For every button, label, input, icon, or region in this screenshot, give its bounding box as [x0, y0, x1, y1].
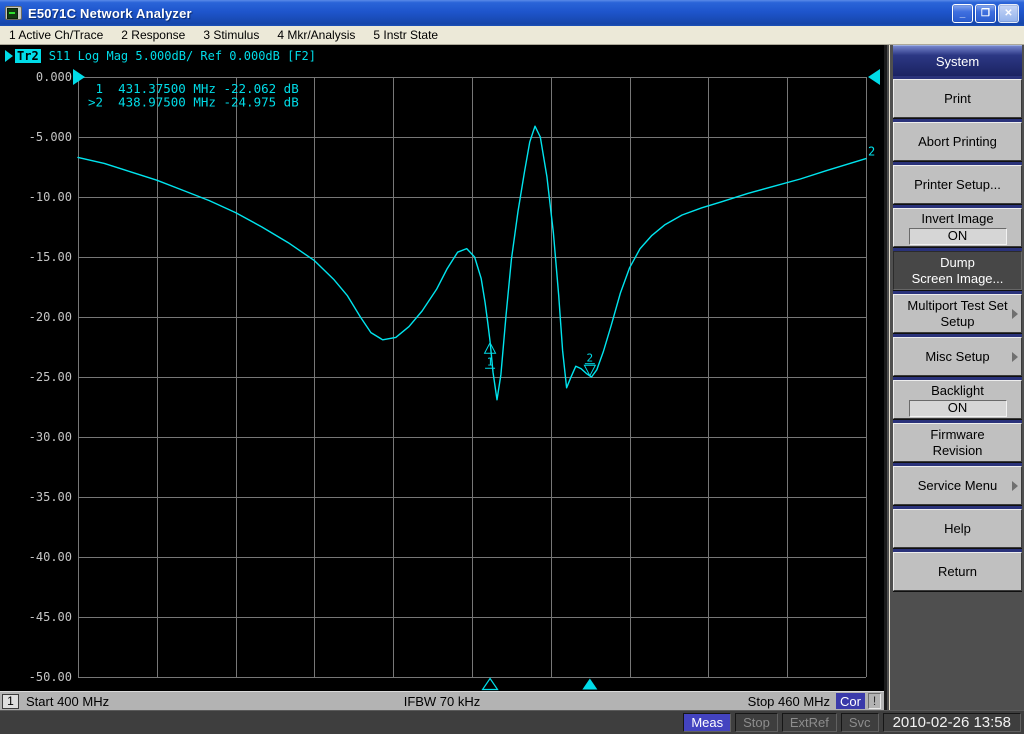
close-button[interactable]: ✕ [998, 3, 1019, 23]
softkey-label: Multiport Test Set [907, 297, 1008, 313]
menubar: 1 Active Ch/Trace 2 Response 3 Stimulus 4 M… [0, 26, 1024, 45]
y-axis-tick-label: -20.00 [29, 310, 72, 324]
restore-button[interactable]: ❐ [975, 3, 996, 23]
softkey-abort-printing[interactable]: Abort Printing [893, 122, 1022, 161]
y-axis-tick-label: -25.00 [29, 370, 72, 384]
instrument-display-column: Tr2 S11 Log Mag 5.000dB/ Ref 0.000dB [F2… [0, 45, 884, 710]
softkey-label: Printer Setup... [914, 176, 1001, 192]
softkey-label: Misc Setup [925, 348, 990, 364]
softkey-service-menu[interactable]: Service Menu [893, 466, 1022, 505]
minimize-button[interactable]: _ [952, 3, 973, 23]
submenu-arrow-icon [1012, 308, 1018, 319]
y-axis-tick-label: 0.000 [36, 70, 72, 84]
softkey-dump-screen-image[interactable]: Dump Screen Image... [893, 251, 1022, 290]
submenu-arrow-icon [1012, 480, 1018, 491]
active-trace-pointer-icon [5, 50, 13, 62]
trace-settings-text: S11 Log Mag 5.000dB/ Ref 0.000dB [F2] [48, 49, 316, 63]
marker-readout-row: >2 438.97500 MHz -24.975 dB [88, 95, 299, 110]
softkey-label: Invert Image [921, 210, 994, 226]
ifbw-label: IFBW 70 kHz [403, 693, 481, 709]
softkey-label: Dump [940, 254, 975, 270]
softkey-return[interactable]: Return [893, 552, 1022, 591]
app-icon [5, 6, 22, 20]
y-axis-tick-label: -40.00 [29, 550, 72, 564]
softkey-label: Screen Image... [911, 270, 1004, 286]
s11-plot: 0.000 -5.000 -10.00 -15.00 -20.00 -25.00 -30.0… [29, 69, 880, 691]
y-axis-tick-label: -45.00 [29, 610, 72, 624]
softkey-panel: System Print Abort Printing Printer Setup.… [884, 45, 1024, 710]
status-bar: Meas Stop ExtRef Svc 2010-02-26 13:58 [0, 710, 1024, 734]
softkey-label: Print [944, 90, 971, 106]
menu-item-3-stimulus[interactable]: 3 Stimulus [194, 26, 268, 44]
softkey-help[interactable]: Help [893, 509, 1022, 548]
softkey-label: Revision [932, 442, 983, 458]
window-title: E5071C Network Analyzer [28, 5, 192, 21]
softkey-label: Service Menu [917, 477, 998, 493]
status-indicator-stop: Stop [735, 713, 778, 732]
marker-2-glyph[interactable]: 2 [583, 352, 597, 377]
softkey-label: Help [944, 520, 971, 536]
marker-2-stimulus-triangle-icon[interactable] [582, 678, 598, 690]
marker-1-stimulus-triangle-icon[interactable] [481, 677, 499, 691]
softkey-misc-setup[interactable]: Misc Setup [893, 337, 1022, 376]
channel-status-bar: 1 IFBW 70 kHz Start 400 MHz Stop 460 MHz… [0, 691, 884, 710]
marker-number-label: 1 [487, 356, 494, 369]
menu-item-1-active-ch-trace[interactable]: 1 Active Ch/Trace [0, 26, 112, 44]
softkey-printer-setup[interactable]: Printer Setup... [893, 165, 1022, 204]
submenu-arrow-icon [1012, 351, 1018, 362]
softkey-backlight[interactable]: Backlight ON [893, 380, 1022, 419]
softkey-multiport-test-set-setup[interactable]: Multiport Test Set Setup [893, 294, 1022, 333]
window-controls: _ ❐ ✕ [952, 3, 1019, 23]
trace-header: Tr2 S11 Log Mag 5.000dB/ Ref 0.000dB [F2… [5, 49, 316, 63]
status-indicator-extref: ExtRef [781, 713, 837, 732]
softkey-label: Backlight [931, 382, 984, 398]
plot-display: Tr2 S11 Log Mag 5.000dB/ Ref 0.000dB [F2… [0, 45, 884, 691]
y-axis-tick-label: -15.00 [29, 250, 72, 264]
softkey-label: Setup [940, 313, 975, 329]
trace-name-chip[interactable]: Tr2 [15, 49, 41, 63]
softkey-firmware-revision[interactable]: Firmware Revision [893, 423, 1022, 462]
menu-item-5-instr-state[interactable]: 5 Instr State [364, 26, 447, 44]
status-indicator-meas: Meas [683, 713, 732, 732]
status-indicator-svc: Svc [840, 713, 879, 732]
softkey-toggle-state: ON [908, 399, 1007, 417]
softkey-list: Print Abort Printing Printer Setup... Inver… [893, 79, 1022, 591]
datetime-display: 2010-02-26 13:58 [882, 713, 1021, 732]
softkey-label: Firmware [930, 426, 985, 442]
window-titlebar[interactable]: E5071C Network Analyzer _ ❐ ✕ [0, 0, 1024, 26]
softkey-invert-image[interactable]: Invert Image ON [893, 208, 1022, 247]
softkey-label: Abort Printing [918, 133, 997, 149]
softkey-menu-title: System [893, 45, 1022, 77]
grid-lines [78, 77, 867, 678]
y-axis-tick-label: -10.00 [29, 190, 72, 204]
reference-level-pointer-right-icon [868, 69, 880, 85]
y-axis-tick-label: -5.000 [29, 130, 72, 144]
menu-item-2-response[interactable]: 2 Response [112, 26, 194, 44]
softkey-print[interactable]: Print [893, 79, 1022, 118]
trace-number-label: 2 [868, 145, 875, 159]
main-region: Tr2 S11 Log Mag 5.000dB/ Ref 0.000dB [F2… [0, 45, 1024, 710]
menu-item-4-mkr-analysis[interactable]: 4 Mkr/Analysis [268, 26, 364, 44]
y-axis-tick-label: -35.00 [29, 490, 72, 504]
marker-number-label: 2 [587, 352, 594, 365]
softkey-label: Return [937, 563, 978, 579]
softkey-toggle-state: ON [908, 227, 1007, 245]
y-axis-tick-label: -50.00 [29, 670, 72, 684]
y-axis-tick-label: -30.00 [29, 430, 72, 444]
